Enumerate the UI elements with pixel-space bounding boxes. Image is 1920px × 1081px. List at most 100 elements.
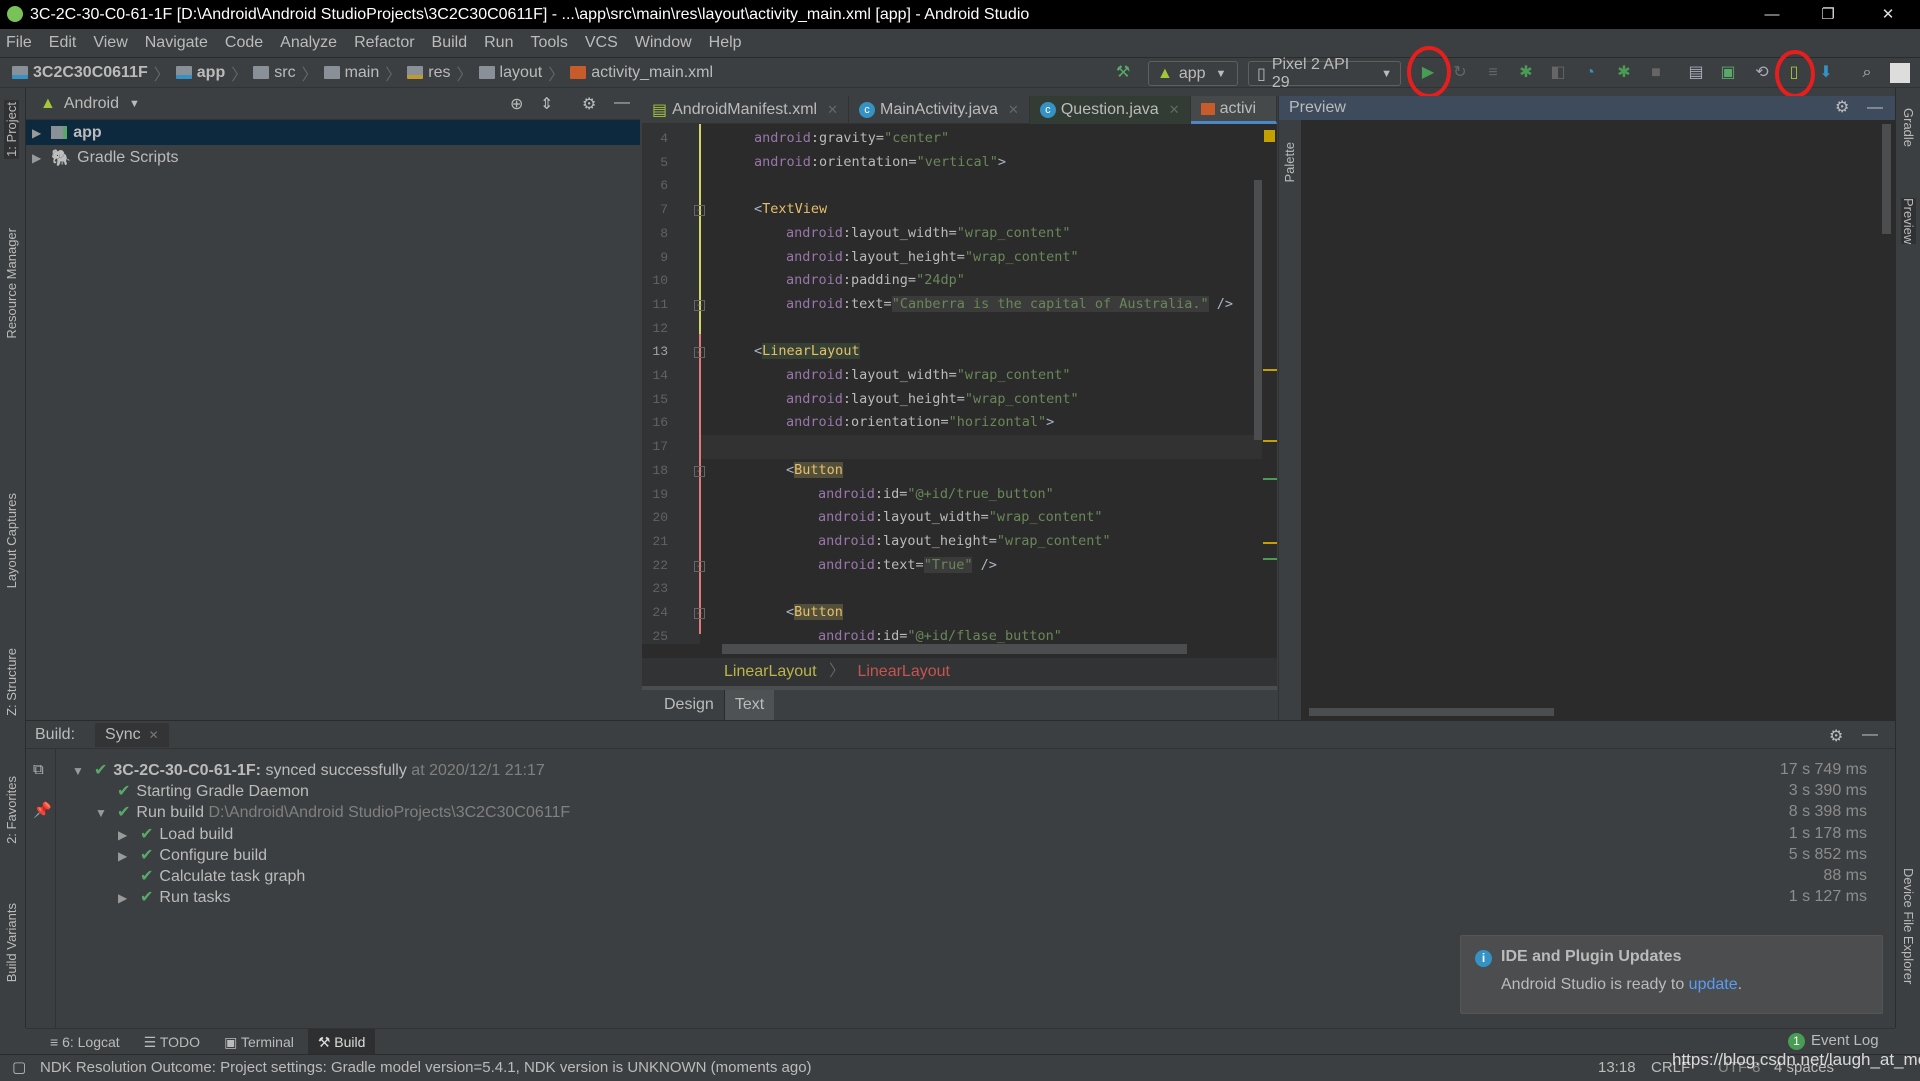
menu-run[interactable]: Run: [484, 34, 513, 52]
tab-question[interactable]: c Question.java ✕: [1029, 96, 1191, 124]
breadcrumb-item[interactable]: LinearLayout: [724, 663, 817, 680]
project-view-dropdown[interactable]: Android: [64, 95, 119, 113]
tab-main-activity[interactable]: c MainActivity.java ✕: [849, 96, 1030, 124]
menu-help[interactable]: Help: [709, 34, 742, 52]
collapse-icon[interactable]: ▼: [95, 803, 107, 824]
tree-item-gradle-scripts[interactable]: ▶ 🐘 Gradle Scripts: [26, 145, 640, 170]
expand-icon[interactable]: ▶: [118, 846, 130, 867]
tool-tab-gradle[interactable]: Gradle: [1901, 108, 1916, 147]
build-tree-row[interactable]: ▶ ✔ Run tasks: [118, 887, 231, 908]
tool-tab-palette[interactable]: Palette: [1282, 142, 1297, 182]
close-tab-icon[interactable]: ✕: [1008, 102, 1019, 118]
update-link[interactable]: update: [1689, 976, 1738, 993]
tool-tab-device-file-explorer[interactable]: Device File Explorer: [1901, 868, 1916, 984]
fold-icon[interactable]: −: [694, 465, 705, 477]
fold-icon[interactable]: −: [694, 608, 705, 619]
tool-tab-logcat[interactable]: ≡ 6: Logcat: [40, 1029, 130, 1055]
build-tree-row[interactable]: ✔ Calculate task graph: [118, 866, 305, 887]
status-toggle-icon[interactable]: ▢: [12, 1055, 26, 1081]
manifest-file-icon: ▤: [652, 102, 668, 119]
close-tab-icon[interactable]: ✕: [1169, 102, 1180, 118]
android-studio-logo: [7, 6, 23, 22]
android-icon: ▲: [40, 94, 56, 112]
fold-icon[interactable]: −: [694, 205, 705, 217]
build-tree-row[interactable]: ▼ ✔ Run build D:\Android\Android StudioPro…: [95, 802, 570, 823]
tool-tab-build[interactable]: ⚒ Build: [307, 1028, 376, 1055]
code-token: android: [818, 485, 875, 502]
code-line: android:layout_height="wrap_content": [818, 533, 1111, 549]
tool-tab-resource-manager[interactable]: Resource Manager: [4, 228, 19, 339]
expand-icon[interactable]: ▶: [118, 888, 130, 909]
expand-icon[interactable]: ▶: [118, 825, 130, 846]
build-tree-row[interactable]: ▶ ✔ Configure build: [118, 845, 267, 866]
hide-icon[interactable]: —: [1867, 96, 1883, 120]
breadcrumb-item[interactable]: LinearLayout: [857, 663, 950, 680]
code-token: "center": [884, 130, 950, 146]
build-hammer-icon[interactable]: ⚒: [1113, 64, 1133, 82]
line-number: 5: [660, 154, 668, 170]
menu-analyze[interactable]: Analyze: [280, 34, 337, 52]
breadcrumb-file[interactable]: activity_main.xml: [570, 64, 713, 82]
code-area[interactable]: 4 android:gravity="center" 5 android:orient…: [642, 124, 1262, 644]
tool-tab-terminal[interactable]: ▣ Terminal: [214, 1029, 304, 1055]
tool-tab-build-variants[interactable]: Build Variants: [4, 903, 19, 982]
horizontal-scrollbar[interactable]: [722, 644, 1187, 654]
build-tree-row[interactable]: ✔ Starting Gradle Daemon: [95, 781, 309, 802]
breadcrumb-layout[interactable]: layout 〉: [478, 61, 564, 85]
breadcrumb-res[interactable]: res 〉: [407, 61, 473, 85]
menu-navigate[interactable]: Navigate: [145, 34, 208, 52]
success-check-icon: ✔: [140, 868, 154, 885]
tool-tab-layout-captures[interactable]: Layout Captures: [4, 493, 19, 588]
collapse-all-icon[interactable]: ⇕: [540, 94, 553, 114]
run-config-dropdown[interactable]: ▲ app ▼: [1148, 61, 1238, 86]
menu-tools[interactable]: Tools: [530, 34, 567, 52]
menu-vcs[interactable]: VCS: [585, 34, 618, 52]
code-line: android:id="@+id/flase_button": [818, 628, 1062, 644]
minimize-button[interactable]: —: [1744, 0, 1800, 29]
vertical-scrollbar[interactable]: [1882, 124, 1891, 234]
close-tab-icon[interactable]: ✕: [827, 102, 838, 118]
tab-text[interactable]: Text: [724, 690, 775, 720]
menu-edit[interactable]: Edit: [49, 34, 77, 52]
caret-position[interactable]: 13:18: [1598, 1055, 1636, 1081]
menu-window[interactable]: Window: [635, 34, 692, 52]
breadcrumb-app[interactable]: app 〉: [175, 61, 247, 85]
horizontal-scrollbar[interactable]: [1309, 708, 1554, 716]
line-number: 23: [652, 581, 668, 597]
expand-icon[interactable]: ▶: [32, 151, 41, 165]
tab-android-manifest[interactable]: ▤ AndroidManifest.xml ✕: [642, 96, 849, 124]
menu-view[interactable]: View: [93, 34, 127, 52]
code-token: :padding=: [842, 272, 917, 289]
fold-icon[interactable]: −: [694, 299, 705, 311]
breadcrumb-src[interactable]: src 〉: [253, 61, 318, 85]
collapse-icon[interactable]: ▼: [72, 761, 84, 782]
vertical-scrollbar[interactable]: [1254, 180, 1262, 440]
device-dropdown[interactable]: ▯ Pixel 2 API 29 ▼: [1248, 56, 1401, 91]
tool-tab-preview[interactable]: Preview: [1901, 198, 1916, 245]
build-tree-row[interactable]: ▶ ✔ Load build: [118, 824, 233, 845]
gear-icon[interactable]: ⚙: [1835, 96, 1849, 120]
fold-icon[interactable]: −: [694, 347, 705, 359]
tool-tab-todo[interactable]: ☰ TODO: [134, 1029, 210, 1055]
breadcrumb-project[interactable]: 3C2C30C0611F 〉: [12, 61, 170, 85]
breadcrumb-main[interactable]: main 〉: [323, 61, 401, 85]
tab-activity-main[interactable]: activi: [1190, 96, 1277, 124]
locate-icon[interactable]: ⊕: [510, 94, 523, 114]
restore-button[interactable]: ❐: [1800, 0, 1856, 29]
tool-tab-favorites[interactable]: 2: Favorites: [4, 776, 19, 844]
build-tree-row[interactable]: ▼ ✔ 3C-2C-30-C0-61-1F: synced successfully…: [72, 760, 545, 781]
gear-icon[interactable]: ⚙: [582, 94, 596, 114]
menu-code[interactable]: Code: [225, 34, 263, 52]
expand-icon[interactable]: ▶: [32, 126, 41, 140]
close-button[interactable]: ✕: [1860, 0, 1916, 29]
tool-tab-structure[interactable]: Z: Structure: [4, 648, 19, 716]
menu-refactor[interactable]: Refactor: [354, 34, 414, 52]
tool-tab-project[interactable]: 1: Project: [4, 100, 19, 159]
code-line: android:layout_height="wrap_content": [786, 391, 1079, 407]
fold-icon[interactable]: −: [694, 560, 705, 572]
hide-icon[interactable]: —: [614, 94, 630, 112]
menu-build[interactable]: Build: [432, 34, 468, 52]
menu-file[interactable]: File: [6, 34, 32, 52]
tree-item-app[interactable]: ▶ app: [26, 120, 640, 145]
tab-design[interactable]: Design: [654, 690, 725, 720]
